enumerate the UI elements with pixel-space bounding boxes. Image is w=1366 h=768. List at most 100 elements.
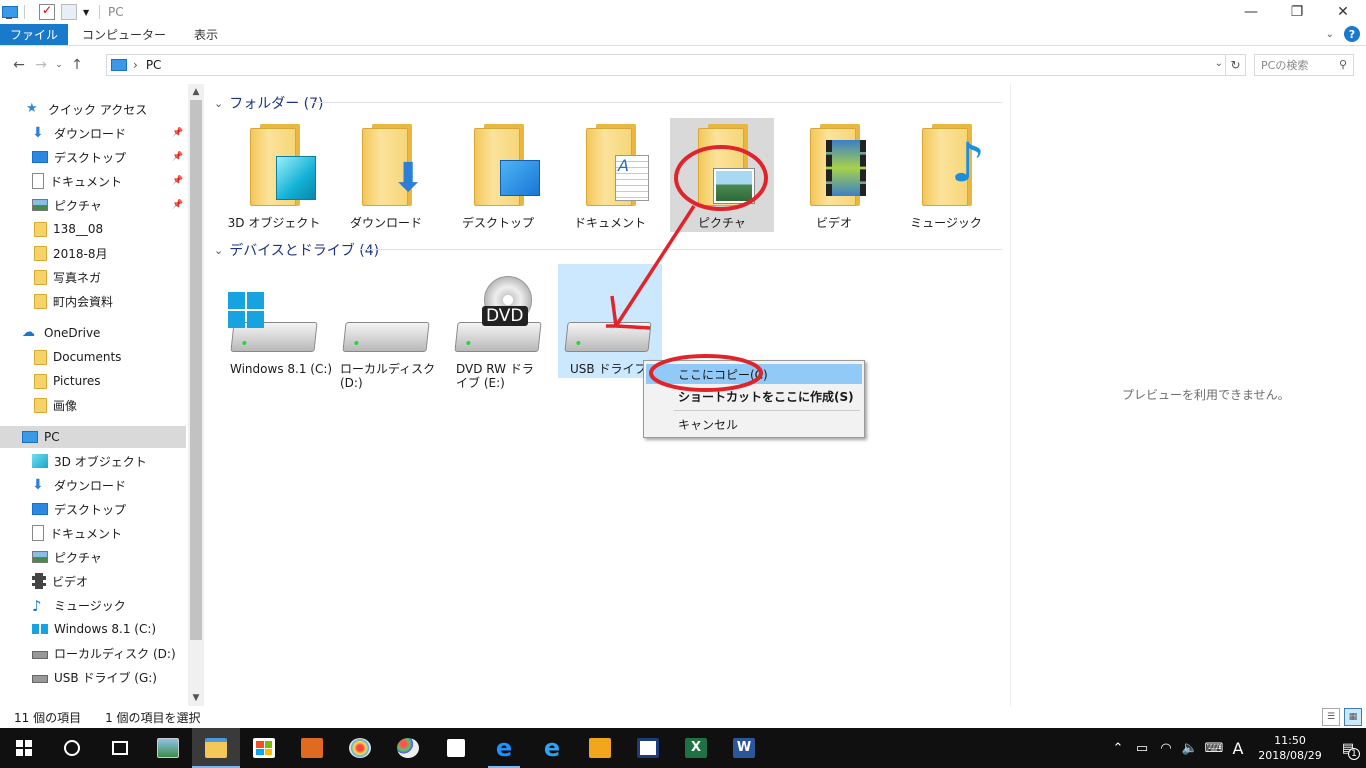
folder-pictures[interactable]: ピクチャ	[670, 118, 774, 232]
section-divider	[312, 102, 1002, 103]
section-header-folders[interactable]: ⌄ フォルダー (7)	[214, 93, 324, 113]
address-bar[interactable]: › PC ⌄	[106, 54, 1226, 76]
restore-button[interactable]: ❐	[1274, 0, 1320, 24]
help-icon[interactable]: ?	[1344, 26, 1360, 42]
wifi-icon[interactable]: ◠	[1154, 741, 1178, 756]
cortana-icon[interactable]	[48, 728, 96, 768]
sidebar-item-drive-d[interactable]: ローカルディスク (D:)	[0, 642, 186, 664]
edge-icon[interactable]: e	[480, 728, 528, 768]
large-icons-view-button[interactable]: ▦	[1344, 708, 1362, 726]
drive-label: ローカルディスク (D:)	[340, 362, 436, 390]
news-icon[interactable]	[624, 728, 672, 768]
paint-icon[interactable]	[336, 728, 384, 768]
sidebar-item-desktop[interactable]: デスクトップ 📌	[0, 146, 186, 168]
pin-icon[interactable]: 📌	[172, 176, 183, 186]
scroll-up-button[interactable]: ▲	[188, 84, 204, 100]
pin-icon[interactable]: 📌	[172, 152, 183, 162]
sidebar-item-folder[interactable]: 2018-8月	[0, 242, 186, 264]
photo-viewer-icon[interactable]	[144, 728, 192, 768]
drive-c[interactable]: Windows 8.1 (C:)	[224, 264, 332, 378]
scroll-thumb[interactable]	[190, 100, 202, 640]
sidebar-item-videos[interactable]: ビデオ	[0, 570, 186, 592]
ime-indicator[interactable]: A	[1226, 739, 1250, 758]
forward-button[interactable]: →	[30, 54, 52, 76]
new-folder-icon[interactable]	[61, 4, 77, 20]
section-header-drives[interactable]: ⌄ デバイスとドライブ (4)	[214, 240, 379, 260]
chevron-down-icon[interactable]: ▼	[83, 8, 93, 17]
sidebar-item-documents[interactable]: ドキュメント 📌	[0, 170, 186, 192]
drive-e[interactable]: DVD DVD RW ドライブ (E:)	[448, 264, 552, 390]
task-view-icon[interactable]	[96, 728, 144, 768]
minimize-button[interactable]: —	[1228, 0, 1274, 24]
chevron-down-icon[interactable]: ⌄	[1215, 58, 1223, 69]
recent-locations-button[interactable]: ⌄	[52, 54, 66, 76]
sidebar-item-folder[interactable]: 画像	[0, 394, 186, 416]
folder-videos[interactable]: ビデオ	[782, 118, 886, 232]
sidebar-item-drive-g[interactable]: USB ドライブ (G:)	[0, 666, 186, 688]
sidebar-item-documents[interactable]: ドキュメント	[0, 522, 186, 544]
sidebar-item-downloads[interactable]: ⬇ ダウンロード 📌	[0, 122, 186, 144]
folder-music[interactable]: ♪ ミュージック	[894, 118, 998, 232]
start-icon[interactable]	[0, 728, 48, 768]
details-view-button[interactable]: ☰	[1322, 708, 1340, 726]
drive-icon	[32, 651, 48, 659]
sidebar-item-folder[interactable]: 町内会資料	[0, 290, 186, 312]
sidebar-item-pc[interactable]: PC	[0, 426, 186, 448]
notification-icon[interactable]: ▤ 1	[1330, 741, 1366, 760]
properties-icon[interactable]	[39, 3, 55, 20]
up-button[interactable]: ↑	[66, 54, 88, 76]
sidebar-item-pictures[interactable]: ピクチャ	[0, 546, 186, 568]
sidebar-item-3d-objects[interactable]: 3D オブジェクト	[0, 450, 186, 472]
sidebar-item-downloads[interactable]: ⬇ ダウンロード	[0, 474, 186, 496]
sticky-notes-icon[interactable]	[432, 728, 480, 768]
sidebar-item-quick-access[interactable]: ★ クイック アクセス	[0, 98, 186, 120]
sidebar-item-desktop[interactable]: デスクトップ	[0, 498, 186, 520]
folder-downloads[interactable]: ⬇ ダウンロード	[334, 118, 438, 232]
scroll-down-button[interactable]: ▼	[188, 690, 204, 706]
back-button[interactable]: ←	[8, 54, 30, 76]
clock[interactable]: 11:50 2018/08/29	[1250, 733, 1330, 763]
word-icon[interactable]: W	[720, 728, 768, 768]
preview-pane-divider[interactable]	[1010, 84, 1011, 706]
tab-file[interactable]: ファイル	[0, 24, 69, 45]
battery-icon[interactable]: ▭	[1130, 741, 1154, 756]
volume-icon[interactable]: 🔈	[1178, 741, 1202, 756]
chevron-up-icon[interactable]: ⌃	[1106, 741, 1130, 756]
file-explorer-icon[interactable]	[192, 728, 240, 768]
sidebar-item-folder[interactable]: 138__08	[0, 218, 186, 240]
pin-icon[interactable]: 📌	[172, 128, 183, 138]
sidebar-item-folder[interactable]: Documents	[0, 346, 186, 368]
menu-item-copy-here[interactable]: ここにコピー(C)	[646, 364, 862, 384]
sidebar-item-pictures[interactable]: ピクチャ 📌	[0, 194, 186, 216]
search-input[interactable]: PCの検索 ⚲	[1254, 54, 1354, 76]
windows-drive-icon	[32, 624, 48, 634]
store-icon[interactable]	[240, 728, 288, 768]
palette-icon[interactable]	[384, 728, 432, 768]
folder-documents[interactable]: A ドキュメント	[558, 118, 662, 232]
app-icon[interactable]	[576, 728, 624, 768]
chevron-down-icon[interactable]: ⌄	[214, 244, 223, 257]
refresh-button[interactable]: ↻	[1226, 54, 1246, 76]
toolbox-icon[interactable]	[288, 728, 336, 768]
chevron-right-icon[interactable]: ›	[133, 58, 138, 72]
sidebar-item-music[interactable]: ♪ ミュージック	[0, 594, 186, 616]
expand-ribbon-icon[interactable]: ⌄	[1326, 29, 1334, 40]
breadcrumb-pc[interactable]: PC	[146, 58, 162, 72]
ie-icon[interactable]: e	[528, 728, 576, 768]
sidebar-item-onedrive[interactable]: ☁ OneDrive	[0, 322, 186, 344]
pin-icon[interactable]: 📌	[172, 200, 183, 210]
tab-view[interactable]: 表示	[180, 24, 232, 45]
sidebar-item-drive-c[interactable]: Windows 8.1 (C:)	[0, 618, 186, 640]
excel-icon[interactable]: X	[672, 728, 720, 768]
drive-d[interactable]: ローカルディスク (D:)	[336, 264, 440, 390]
folder-3d-objects[interactable]: 3D オブジェクト	[222, 118, 326, 232]
sidebar-item-folder[interactable]: Pictures	[0, 370, 186, 392]
close-button[interactable]: ✕	[1320, 0, 1366, 24]
folder-desktop[interactable]: デスクトップ	[446, 118, 550, 232]
tab-computer[interactable]: コンピューター	[68, 24, 180, 45]
keyboard-icon[interactable]: ⌨	[1202, 741, 1226, 756]
sidebar-item-folder[interactable]: 写真ネガ	[0, 266, 186, 288]
menu-item-create-shortcut[interactable]: ショートカットをここに作成(S)	[646, 386, 862, 406]
chevron-down-icon[interactable]: ⌄	[214, 97, 223, 110]
menu-item-cancel[interactable]: キャンセル	[646, 414, 862, 434]
